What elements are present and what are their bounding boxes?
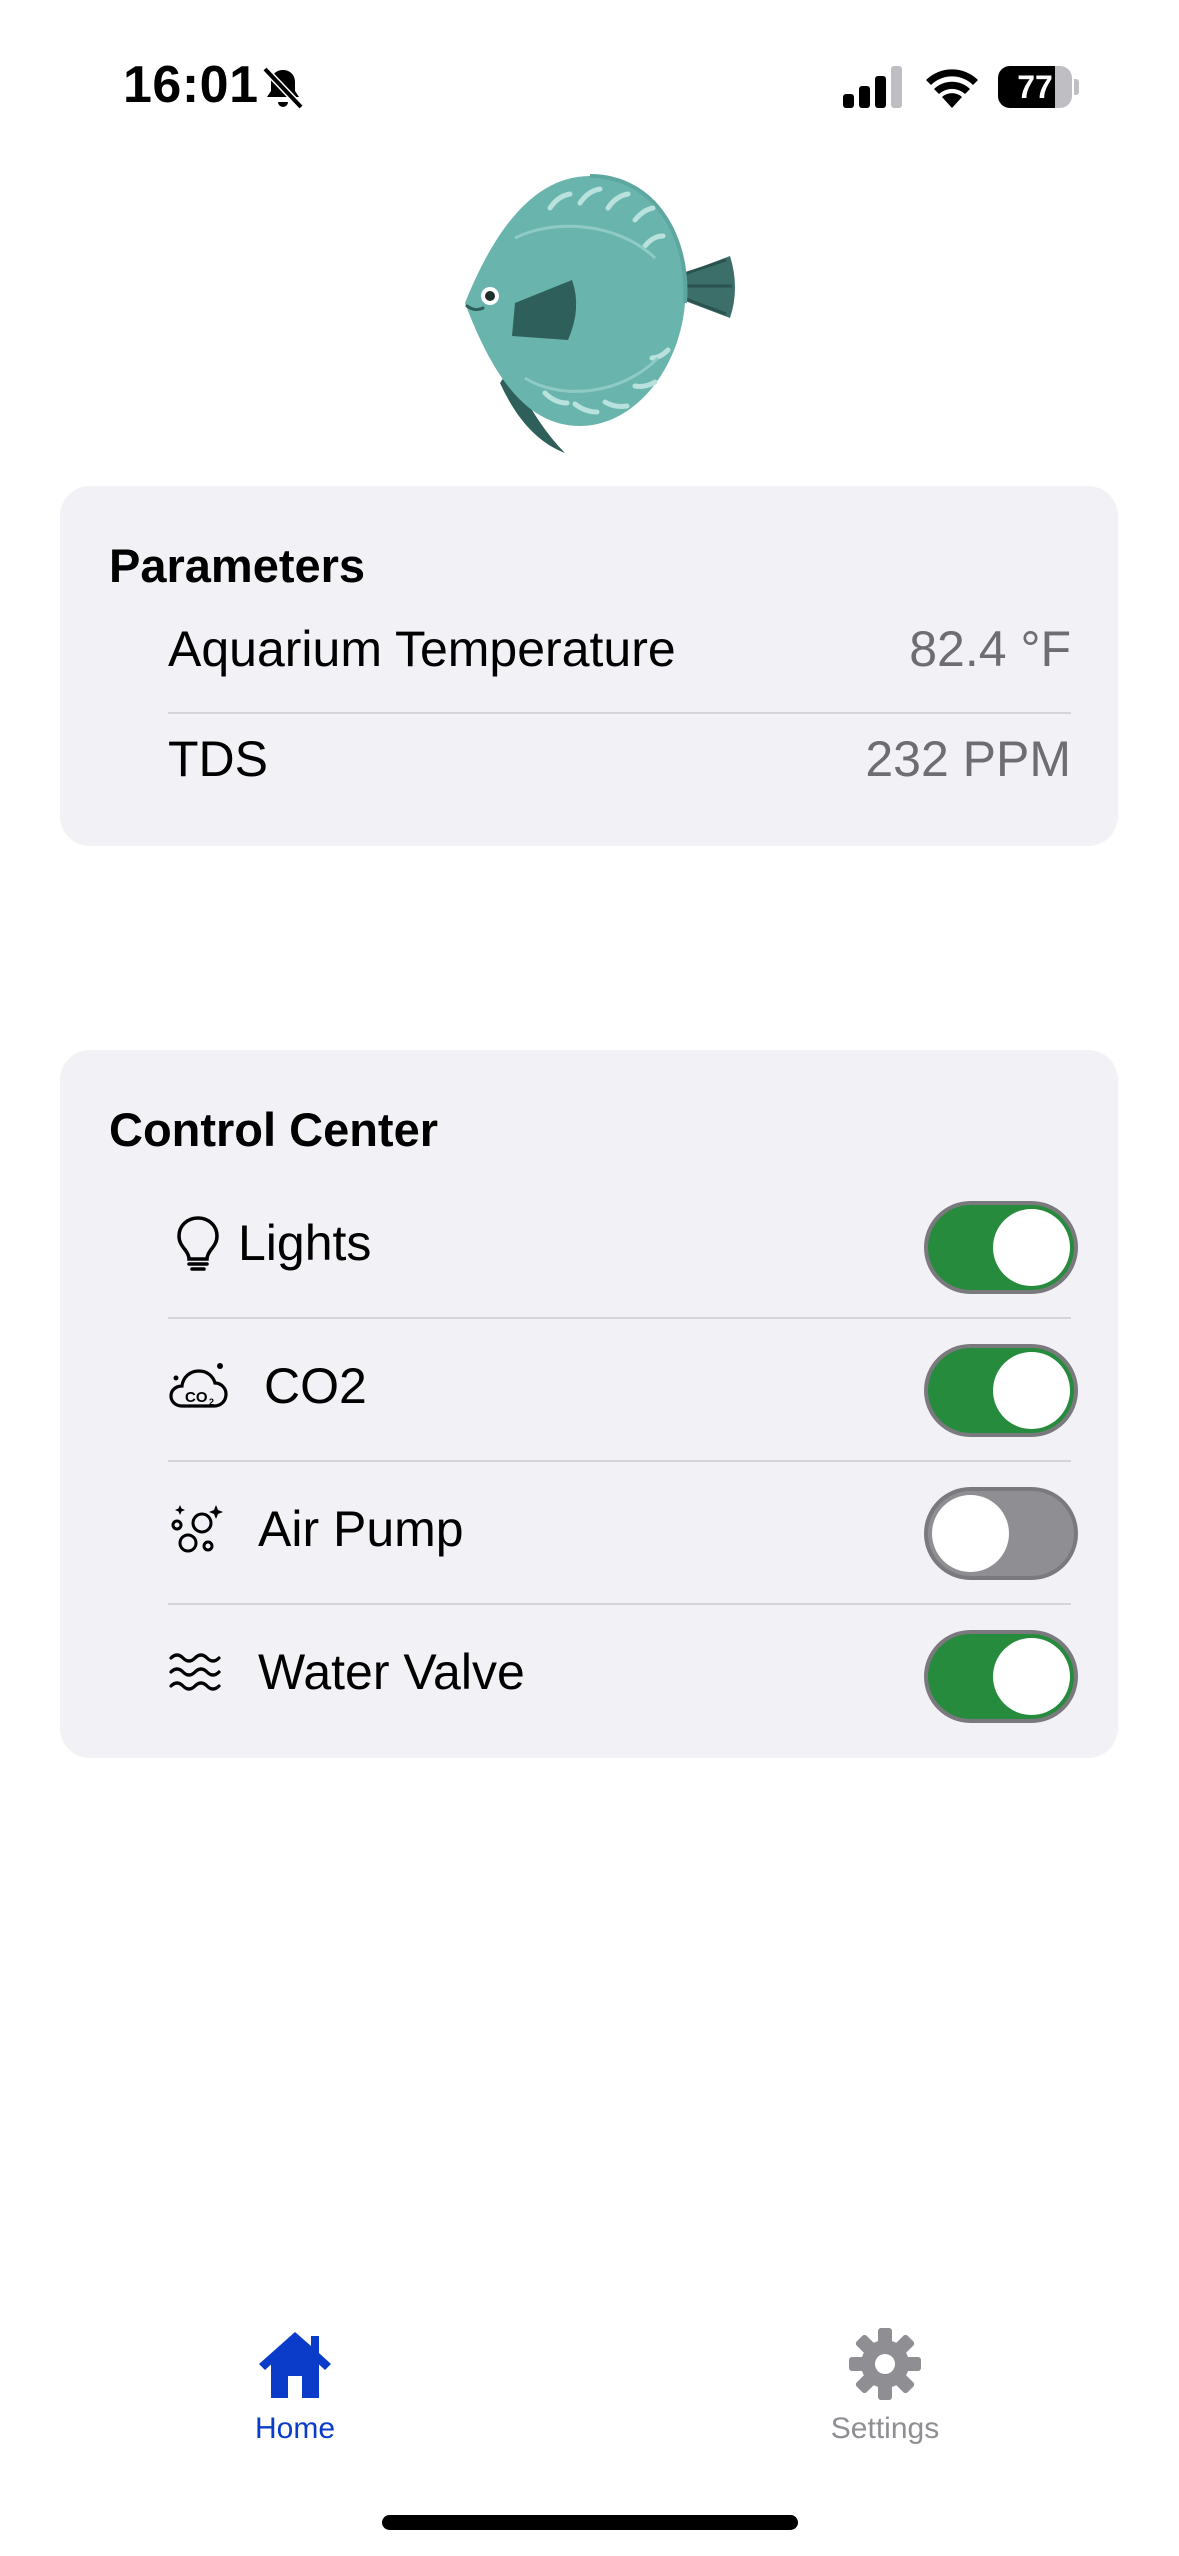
status-bar: 16:01 77 [0, 0, 1179, 170]
bubbles-icon [171, 1505, 223, 1553]
control-row-air-pump: Air Pump [168, 1474, 1078, 1584]
home-indicator [382, 2515, 798, 2530]
control-row-water-valve: Water Valve [168, 1617, 1078, 1727]
water-valve-toggle[interactable] [924, 1630, 1078, 1723]
control-label: Lights [238, 1215, 372, 1271]
control-label: CO2 [264, 1358, 367, 1414]
tab-label: Settings [830, 2412, 940, 2445]
svg-text:CO: CO [185, 1389, 208, 1406]
parameter-row-tds: TDS 232 PPM [168, 704, 1071, 814]
parameters-card: Parameters Aquarium Temperature 82.4 °F … [60, 486, 1118, 846]
tab-settings[interactable]: Settings [775, 2318, 995, 2458]
toggle-knob [993, 1638, 1070, 1715]
cellular-signal-icon [843, 66, 902, 108]
control-center-title: Control Center [109, 1103, 438, 1156]
parameter-row-temperature: Aquarium Temperature 82.4 °F [168, 594, 1071, 704]
water-waves-icon [169, 1653, 221, 1691]
bell-slash-icon [262, 66, 304, 110]
lights-toggle[interactable] [924, 1201, 1078, 1294]
divider [168, 1317, 1071, 1319]
battery-icon: 77 [998, 66, 1079, 108]
tab-home[interactable]: Home [185, 2318, 405, 2458]
gear-icon [849, 2328, 921, 2400]
status-time: 16:01 [123, 56, 259, 114]
toggle-knob [993, 1352, 1070, 1429]
battery-level: 77 [1017, 69, 1053, 105]
divider [168, 1603, 1071, 1605]
co2-toggle[interactable] [924, 1344, 1078, 1437]
toggle-knob [932, 1495, 1009, 1572]
tab-label: Home [254, 2412, 336, 2445]
house-icon [259, 2332, 331, 2398]
air-pump-toggle[interactable] [924, 1487, 1078, 1580]
wifi-icon [926, 69, 978, 108]
parameters-title: Parameters [109, 539, 366, 592]
discus-fish-icon [465, 174, 735, 453]
parameter-label: Aquarium Temperature [168, 621, 676, 677]
lightbulb-icon [177, 1216, 219, 1271]
parameter-value: 82.4 °F [909, 621, 1071, 677]
control-label: Air Pump [258, 1501, 464, 1557]
parameter-value: 232 PPM [865, 731, 1071, 787]
control-row-lights: Lights [168, 1188, 1078, 1298]
toggle-knob [993, 1209, 1070, 1286]
co2-cloud-icon: CO 2 [169, 1363, 228, 1408]
parameter-label: TDS [168, 731, 268, 787]
control-row-co2: CO 2 CO2 [168, 1331, 1078, 1441]
control-label: Water Valve [258, 1644, 525, 1700]
svg-text:2: 2 [209, 1397, 214, 1407]
divider [168, 1460, 1071, 1462]
control-center-card: Control Center Lights CO 2 CO2 Air Pump … [60, 1050, 1118, 1758]
